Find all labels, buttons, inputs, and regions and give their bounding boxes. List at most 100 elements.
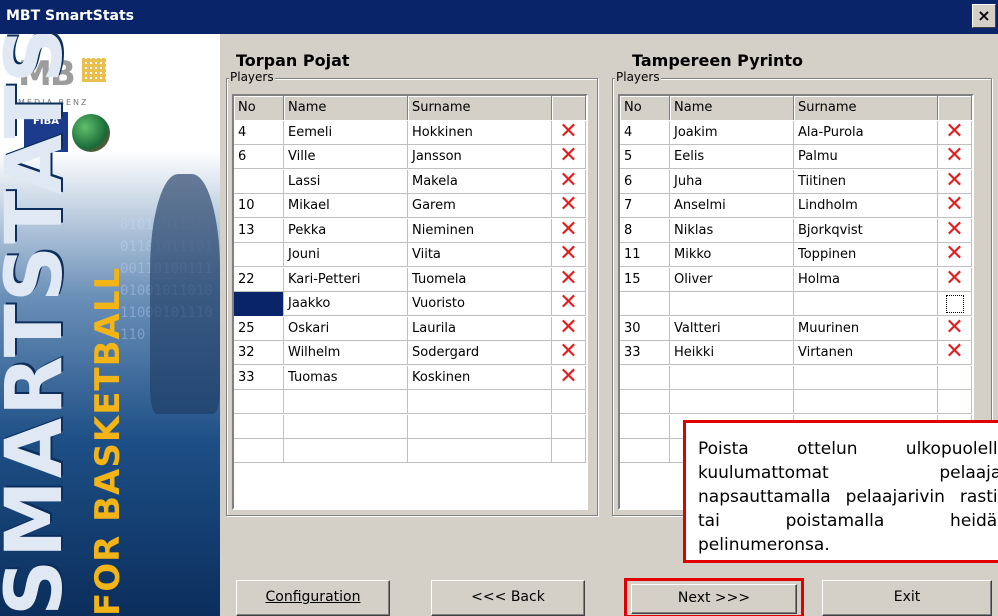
player-surname-cell[interactable]: Bjorkqvist bbox=[794, 218, 938, 243]
player-surname-cell[interactable]: Lindholm bbox=[794, 194, 938, 218]
table-row[interactable]: 32 Wilhelm Sodergard ✕ bbox=[234, 341, 586, 365]
column-header-delete[interactable] bbox=[552, 96, 586, 120]
player-number-cell[interactable]: 5 bbox=[620, 145, 670, 169]
player-name-cell[interactable]: Joakim bbox=[670, 120, 794, 145]
table-row[interactable]: Jouni Viita ✕ bbox=[234, 243, 586, 267]
player-number-cell[interactable]: 33 bbox=[620, 341, 670, 365]
player-name-cell[interactable]: Eemeli bbox=[284, 120, 408, 145]
player-number-cell[interactable]: 33 bbox=[234, 365, 284, 390]
player-name-cell[interactable]: Oskari bbox=[284, 316, 408, 341]
player-name-cell[interactable] bbox=[284, 439, 408, 463]
delete-player-icon[interactable]: ✕ bbox=[552, 243, 586, 267]
player-surname-cell[interactable] bbox=[794, 390, 938, 414]
player-surname-cell[interactable] bbox=[408, 439, 552, 463]
player-surname-cell[interactable]: Muurinen bbox=[794, 316, 938, 341]
player-number-cell[interactable]: 32 bbox=[234, 341, 284, 365]
player-surname-cell[interactable]: Garem bbox=[408, 194, 552, 218]
delete-player-icon[interactable]: ✕ bbox=[552, 267, 586, 292]
player-surname-cell[interactable] bbox=[408, 414, 552, 439]
table-row[interactable]: 4 Eemeli Hokkinen ✕ bbox=[234, 120, 586, 145]
delete-player-icon[interactable]: ✕ bbox=[552, 169, 586, 194]
player-surname-cell[interactable]: Vuoristo bbox=[408, 292, 552, 316]
player-number-cell[interactable] bbox=[234, 414, 284, 439]
delete-player-icon[interactable]: ✕ bbox=[938, 169, 972, 194]
column-header-name[interactable]: Name bbox=[284, 96, 408, 120]
player-name-cell[interactable] bbox=[670, 390, 794, 414]
player-name-cell[interactable]: Oliver bbox=[670, 267, 794, 292]
player-number-cell[interactable]: 4 bbox=[234, 120, 284, 145]
player-number-cell[interactable]: 7 bbox=[620, 194, 670, 218]
table-row[interactable]: 7 Anselmi Lindholm ✕ bbox=[620, 194, 972, 218]
player-surname-cell[interactable]: Tuomela bbox=[408, 267, 552, 292]
table-row[interactable]: 11 Mikko Toppinen ✕ bbox=[620, 243, 972, 267]
delete-player-cell[interactable] bbox=[552, 390, 586, 414]
configuration-button[interactable]: Configuration bbox=[236, 580, 390, 616]
player-number-cell[interactable]: 30 bbox=[620, 316, 670, 341]
table-row[interactable] bbox=[234, 439, 586, 463]
delete-player-icon[interactable]: ✕ bbox=[938, 194, 972, 218]
table-row[interactable]: 6 Ville Jansson ✕ bbox=[234, 145, 586, 169]
table-row[interactable] bbox=[620, 390, 972, 414]
player-name-cell[interactable]: Niklas bbox=[670, 218, 794, 243]
player-name-cell[interactable]: Tuomas bbox=[284, 365, 408, 390]
back-button[interactable]: <<< Back bbox=[431, 580, 585, 616]
player-name-cell[interactable] bbox=[670, 365, 794, 390]
delete-player-cell[interactable] bbox=[552, 414, 586, 439]
delete-player-icon[interactable]: ✕ bbox=[552, 341, 586, 365]
player-surname-cell[interactable]: Virtanen bbox=[794, 341, 938, 365]
table-row[interactable] bbox=[234, 390, 586, 414]
column-header-number[interactable]: No bbox=[234, 96, 284, 120]
delete-player-icon[interactable]: ✕ bbox=[552, 292, 586, 316]
table-row[interactable]: Lassi Makela ✕ bbox=[234, 169, 586, 194]
player-number-cell[interactable] bbox=[620, 390, 670, 414]
player-number-cell[interactable] bbox=[234, 439, 284, 463]
player-number-cell[interactable] bbox=[234, 390, 284, 414]
player-surname-cell[interactable]: Viita bbox=[408, 243, 552, 267]
player-surname-cell[interactable]: Tiitinen bbox=[794, 169, 938, 194]
delete-player-icon[interactable]: ✕ bbox=[938, 341, 972, 365]
player-surname-cell[interactable]: Palmu bbox=[794, 145, 938, 169]
player-number-cell[interactable] bbox=[234, 169, 284, 194]
delete-player-icon[interactable]: ✕ bbox=[938, 243, 972, 267]
delete-player-icon[interactable]: ✕ bbox=[552, 194, 586, 218]
close-button[interactable]: × bbox=[972, 4, 996, 28]
table-row[interactable]: 10 Mikael Garem ✕ bbox=[234, 194, 586, 218]
delete-player-cell[interactable] bbox=[938, 292, 972, 316]
table-row[interactable]: 22 Kari-Petteri Tuomela ✕ bbox=[234, 267, 586, 292]
player-name-cell[interactable]: Mikael bbox=[284, 194, 408, 218]
delete-player-cell[interactable] bbox=[938, 365, 972, 390]
delete-player-icon[interactable]: ✕ bbox=[552, 316, 586, 341]
player-name-cell[interactable] bbox=[284, 390, 408, 414]
player-name-cell[interactable]: Mikko bbox=[670, 243, 794, 267]
column-header-number[interactable]: No bbox=[620, 96, 670, 120]
delete-player-icon[interactable]: ✕ bbox=[552, 218, 586, 243]
player-name-cell[interactable]: Eelis bbox=[670, 145, 794, 169]
player-surname-cell[interactable]: Holma bbox=[794, 267, 938, 292]
table-row[interactable] bbox=[620, 292, 972, 316]
player-name-cell[interactable]: Anselmi bbox=[670, 194, 794, 218]
home-players-table[interactable]: No Name Surname 4 Eemeli Hokkinen ✕ 6 Ville Janss… bbox=[232, 94, 588, 510]
column-header-surname[interactable]: Surname bbox=[794, 96, 938, 120]
player-number-cell[interactable] bbox=[620, 414, 670, 439]
player-number-cell[interactable]: 6 bbox=[234, 145, 284, 169]
table-row[interactable] bbox=[234, 414, 586, 439]
column-header-surname[interactable]: Surname bbox=[408, 96, 552, 120]
player-number-cell[interactable]: 15 bbox=[620, 267, 670, 292]
player-name-cell[interactable]: Lassi bbox=[284, 169, 408, 194]
delete-player-icon[interactable]: ✕ bbox=[552, 120, 586, 145]
column-header-name[interactable]: Name bbox=[670, 96, 794, 120]
player-surname-cell[interactable] bbox=[794, 365, 938, 390]
column-header-delete[interactable] bbox=[938, 96, 972, 120]
player-number-cell[interactable] bbox=[234, 292, 284, 316]
table-row[interactable]: 13 Pekka Nieminen ✕ bbox=[234, 218, 586, 243]
player-name-cell[interactable] bbox=[284, 414, 408, 439]
player-number-cell[interactable]: 10 bbox=[234, 194, 284, 218]
player-surname-cell[interactable]: Koskinen bbox=[408, 365, 552, 390]
player-surname-cell[interactable]: Nieminen bbox=[408, 218, 552, 243]
player-surname-cell[interactable]: Makela bbox=[408, 169, 552, 194]
delete-player-icon[interactable]: ✕ bbox=[938, 120, 972, 145]
delete-player-icon[interactable]: ✕ bbox=[938, 267, 972, 292]
player-name-cell[interactable]: Wilhelm bbox=[284, 341, 408, 365]
player-surname-cell[interactable]: Jansson bbox=[408, 145, 552, 169]
player-name-cell[interactable]: Pekka bbox=[284, 218, 408, 243]
